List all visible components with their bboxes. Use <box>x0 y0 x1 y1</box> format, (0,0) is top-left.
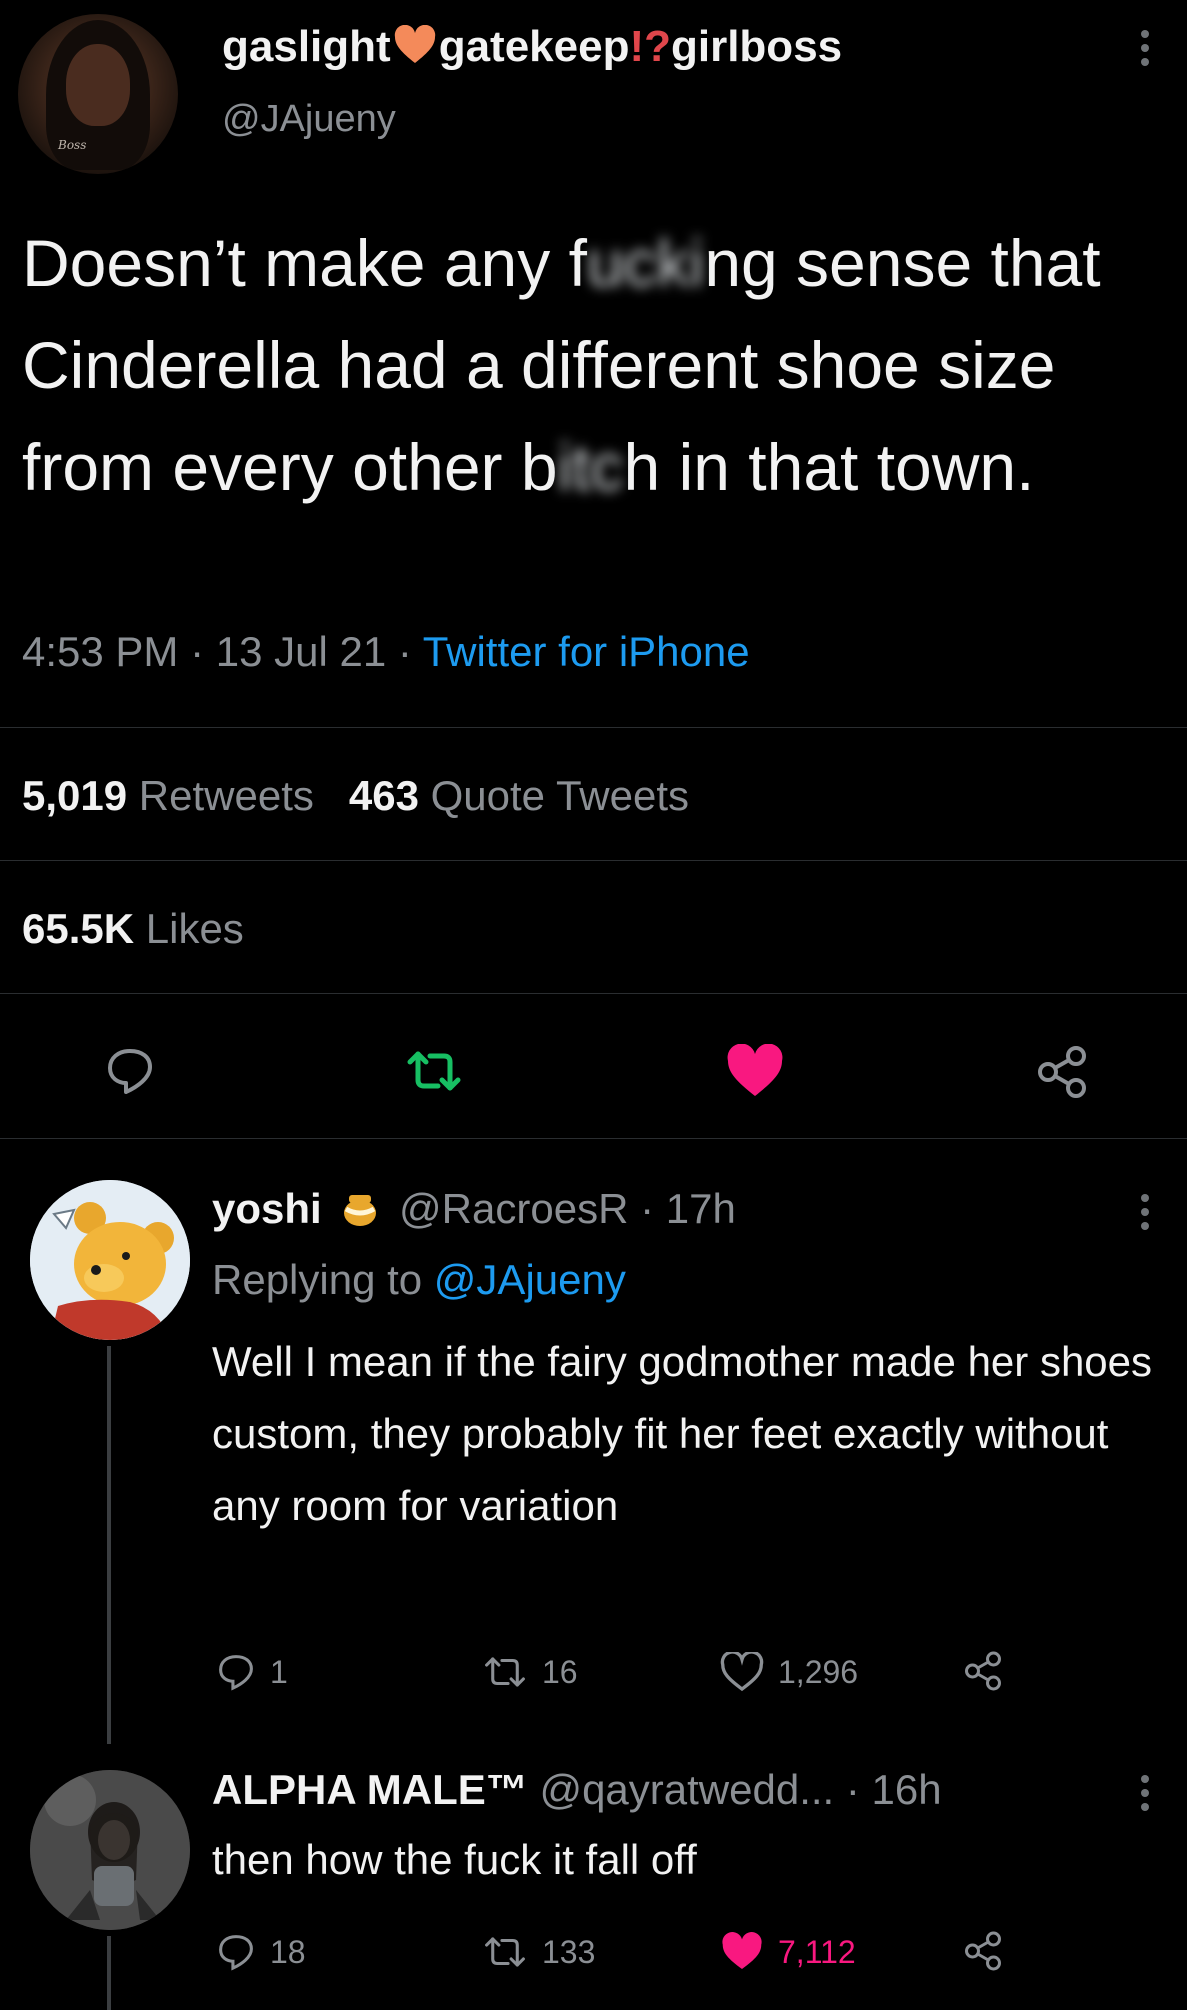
author-display-name[interactable]: gaslight gatekeep!?girlboss <box>222 22 842 72</box>
quotes-count: 463 <box>348 772 419 819</box>
tweet-date: 13 Jul 21 <box>215 628 387 675</box>
reply-count: 1 <box>270 1653 288 1690</box>
reply-icon <box>216 1932 256 1972</box>
reply-display-name[interactable]: ALPHA MALE™ <box>212 1766 528 1813</box>
share-icon[interactable] <box>1034 1044 1090 1100</box>
name-part: gaslight <box>222 22 391 71</box>
reply-handle[interactable]: @qayratwedd... <box>539 1766 834 1813</box>
replying-label: Replying to <box>212 1256 423 1303</box>
tweet-source-link[interactable]: Twitter for iPhone <box>423 628 750 675</box>
name-part: gatekeep <box>438 22 630 71</box>
share-button[interactable] <box>962 1650 1004 1692</box>
censored-word: ucki <box>586 226 705 300</box>
tweet-time: 4:53 PM <box>22 628 179 675</box>
reply-button[interactable]: 1 <box>216 1652 288 1692</box>
author-handle[interactable]: @JAjueny <box>222 98 396 141</box>
divider <box>0 727 1187 728</box>
orange-heart-icon <box>393 25 437 65</box>
reply-time: 17h <box>665 1185 736 1232</box>
author-avatar[interactable]: Boss <box>18 14 178 174</box>
retweet-icon[interactable] <box>404 1046 464 1096</box>
like-count: 7,112 <box>778 1933 856 1970</box>
separator-dot: · <box>628 1185 666 1232</box>
avatar-caption: Boss <box>58 138 87 152</box>
like-button[interactable]: 1,296 <box>720 1652 858 1692</box>
reply-time: 16h <box>871 1766 942 1813</box>
retweets-count: 5,019 <box>22 772 128 819</box>
replying-handle-link[interactable]: @JAjueny <box>434 1256 626 1303</box>
retweet-stats: 5,019 Retweets 463 Quote Tweets <box>22 772 689 820</box>
reply-text: Well I mean if the fairy godmother made … <box>212 1338 1153 1529</box>
thread-line <box>107 1936 111 2010</box>
tweet-text: Doesn’t make any fucking sense that Cind… <box>22 212 1172 518</box>
thread-line <box>107 1346 111 1744</box>
quotes-label: Quote Tweets <box>430 772 690 819</box>
reply-handle[interactable]: @RacroesR <box>399 1185 628 1232</box>
reply-display-name[interactable]: yoshi <box>212 1185 322 1232</box>
retweets-stat[interactable]: 5,019 Retweets <box>22 772 314 819</box>
avatar-face <box>66 44 130 126</box>
honey-pot-icon <box>339 1187 381 1229</box>
more-options-icon[interactable] <box>1140 1773 1150 1813</box>
retweet-button[interactable]: 133 <box>482 1932 595 1972</box>
reply-icon[interactable] <box>104 1045 156 1097</box>
replying-to: Replying to @JAjueny <box>212 1256 626 1304</box>
like-count: 1,296 <box>778 1653 859 1690</box>
share-icon <box>962 1930 1004 1972</box>
tweet-text-segment: h in that town. <box>623 430 1035 504</box>
like-button[interactable]: 7,112 <box>720 1932 856 1972</box>
character-avatar-icon <box>30 1770 190 1930</box>
reply-button[interactable]: 18 <box>216 1932 306 1972</box>
reply-avatar[interactable] <box>30 1770 190 1930</box>
retweet-icon <box>482 1932 528 1972</box>
interrobang-icon: !? <box>629 22 671 71</box>
pooh-bear-icon <box>30 1180 190 1340</box>
reply-avatar[interactable] <box>30 1180 190 1340</box>
likes-label: Likes <box>145 905 244 952</box>
name-part: girlboss <box>670 22 843 71</box>
divider <box>0 860 1187 861</box>
reply-text: then how the fuck it fall off <box>212 1836 697 1883</box>
likes-stat[interactable]: 65.5K Likes <box>22 905 244 953</box>
reply-count: 18 <box>270 1933 306 1970</box>
share-button[interactable] <box>962 1930 1004 1972</box>
retweet-count: 16 <box>542 1653 578 1690</box>
retweet-icon <box>482 1652 528 1692</box>
reply-header: yoshi @RacroesR · 17h <box>212 1185 736 1233</box>
quotes-stat[interactable]: 463 Quote Tweets <box>349 772 689 819</box>
reply-icon <box>216 1652 256 1692</box>
retweet-count: 133 <box>542 1933 596 1970</box>
more-options-icon[interactable] <box>1140 28 1150 68</box>
more-options-icon[interactable] <box>1140 1192 1150 1232</box>
retweet-button[interactable]: 16 <box>482 1652 578 1692</box>
retweets-label: Retweets <box>138 772 314 819</box>
divider <box>0 993 1187 994</box>
heart-outline-icon <box>720 1652 764 1692</box>
tweet-text-segment: Doesn’t make any f <box>22 226 587 300</box>
censored-word: itc <box>557 430 624 504</box>
heart-filled-icon <box>720 1932 764 1972</box>
tweet-meta: 4:53 PM · 13 Jul 21 · Twitter for iPhone <box>22 628 750 675</box>
divider <box>0 1138 1187 1139</box>
like-icon[interactable] <box>726 1044 784 1098</box>
share-icon <box>962 1650 1004 1692</box>
likes-count: 65.5K <box>22 905 135 952</box>
separator-dot: · <box>834 1766 872 1813</box>
reply-header: ALPHA MALE™ @qayratwedd... · 16h <box>212 1766 942 1814</box>
